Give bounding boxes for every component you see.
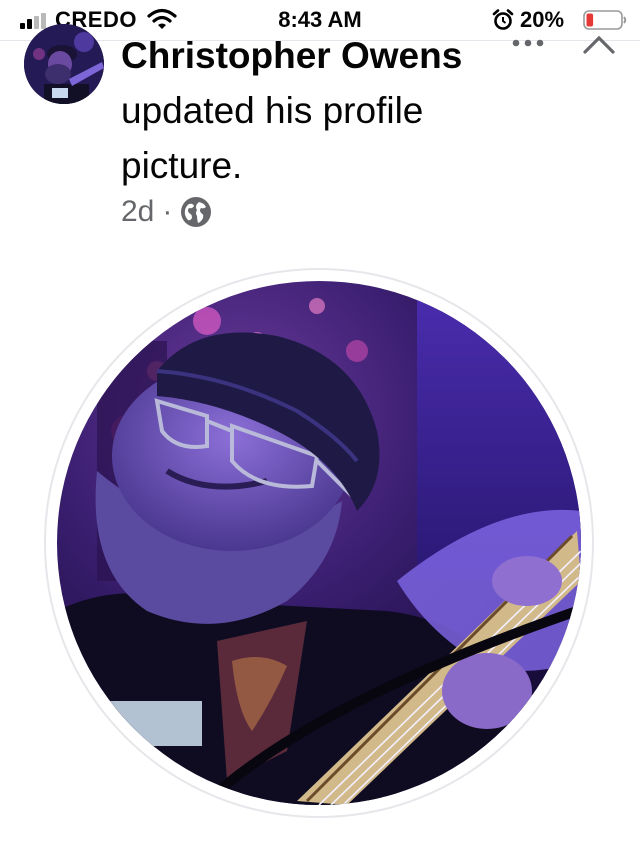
battery-icon: [583, 10, 627, 30]
post-timestamp[interactable]: 2d: [121, 195, 154, 229]
globe-icon[interactable]: [180, 196, 212, 228]
profile-picture[interactable]: [57, 281, 581, 805]
battery-percent: 20%: [520, 7, 565, 32]
avatar-image: [24, 24, 104, 104]
post-meta: 2d ·: [121, 192, 212, 232]
author-name-link[interactable]: Christopher Owens: [121, 35, 462, 76]
profile-photo-image: [57, 281, 581, 805]
author-avatar[interactable]: [24, 24, 104, 104]
post-title: Christopher Owens updated his profile pi…: [121, 28, 511, 193]
post-action-text: updated his profile picture.: [121, 90, 424, 186]
close-button[interactable]: [582, 30, 616, 56]
meta-separator: ·: [162, 195, 173, 228]
more-options-button[interactable]: [508, 33, 548, 53]
